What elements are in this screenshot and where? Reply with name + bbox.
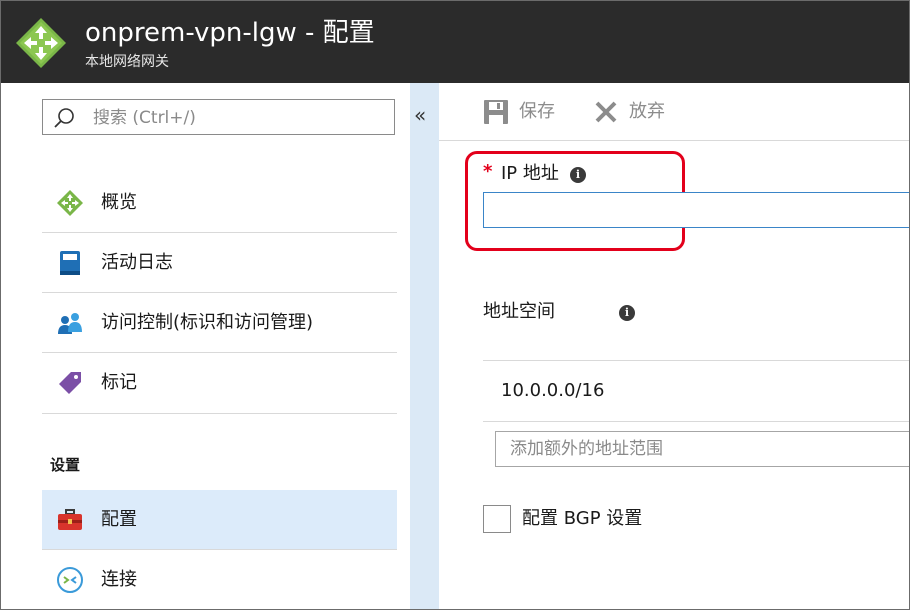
activity-log-icon bbox=[60, 251, 80, 275]
sidebar-item-tags[interactable]: 标记 bbox=[42, 353, 397, 413]
required-marker: * bbox=[483, 161, 493, 182]
search-input[interactable]: 搜索 (Ctrl+/) bbox=[42, 99, 395, 135]
connections-icon bbox=[57, 567, 83, 593]
address-space-value[interactable]: 10.0.0.0/16 bbox=[501, 380, 604, 402]
sidebar-item-activity-log[interactable]: 活动日志 bbox=[42, 233, 397, 293]
command-bar: 保存 放弃 bbox=[439, 83, 909, 141]
settings-nav: 配置 连接 bbox=[42, 490, 397, 609]
divider bbox=[483, 421, 909, 422]
info-icon[interactable]: i bbox=[619, 305, 635, 321]
sidebar-item-label: 访问控制(标识和访问管理) bbox=[101, 312, 314, 333]
address-space-label: 地址空间 bbox=[483, 301, 555, 322]
collapse-sidebar-button[interactable]: « bbox=[410, 83, 439, 609]
sidebar-divider bbox=[42, 413, 397, 414]
search-icon bbox=[54, 108, 74, 128]
save-label: 保存 bbox=[519, 101, 555, 122]
save-button[interactable]: 保存 bbox=[483, 99, 593, 125]
sidebar-item-configuration[interactable]: 配置 bbox=[42, 490, 397, 550]
sidebar-item-connections[interactable]: 连接 bbox=[42, 550, 397, 609]
sidebar-nav: 概览 活动日志 访问控制(标识和访问管理) 标记 bbox=[42, 173, 397, 413]
add-address-range-input[interactable]: 添加额外的地址范围 bbox=[495, 431, 909, 467]
configuration-toolbox-icon bbox=[58, 509, 82, 530]
bgp-checkbox[interactable] bbox=[483, 505, 511, 533]
sidebar-item-access-control[interactable]: 访问控制(标识和访问管理) bbox=[42, 293, 397, 353]
section-label-settings: 设置 bbox=[50, 456, 81, 474]
main-content: 保存 放弃 * IP 地址 i 地址空间 i 10.0.0.0/16 添加额外的… bbox=[439, 83, 909, 609]
tag-icon bbox=[59, 372, 81, 394]
page-title: onprem-vpn-lgw - 配置 bbox=[85, 18, 375, 48]
save-icon bbox=[484, 100, 508, 124]
discard-label: 放弃 bbox=[629, 101, 665, 122]
local-network-gateway-icon bbox=[16, 18, 66, 68]
bgp-checkbox-label[interactable]: 配置 BGP 设置 bbox=[522, 508, 642, 530]
double-chevron-left-icon: « bbox=[414, 103, 427, 127]
ip-address-input[interactable] bbox=[483, 192, 909, 228]
access-control-icon bbox=[58, 313, 82, 334]
page-subtitle: 本地网络网关 bbox=[85, 54, 169, 70]
app-window: onprem-vpn-lgw - 配置 本地网络网关 搜索 (Ctrl+/) 概… bbox=[0, 0, 910, 610]
sidebar-item-label: 概览 bbox=[101, 192, 137, 213]
divider bbox=[483, 360, 909, 361]
blade-header: onprem-vpn-lgw - 配置 本地网络网关 bbox=[1, 1, 909, 83]
sidebar: 搜索 (Ctrl+/) 概览 活动日志 访问控制(标识和访问管理) 标记 设置 … bbox=[1, 83, 410, 609]
search-placeholder: 搜索 (Ctrl+/) bbox=[93, 108, 196, 128]
close-icon bbox=[595, 101, 617, 123]
discard-button[interactable]: 放弃 bbox=[593, 99, 703, 125]
sidebar-item-label: 活动日志 bbox=[101, 252, 173, 273]
ip-address-label: IP 地址 bbox=[501, 163, 559, 184]
sidebar-item-label: 配置 bbox=[101, 509, 137, 530]
sidebar-item-label: 标记 bbox=[101, 372, 137, 393]
overview-gateway-icon bbox=[57, 190, 83, 216]
sidebar-item-overview[interactable]: 概览 bbox=[42, 173, 397, 233]
sidebar-item-label: 连接 bbox=[101, 569, 137, 590]
info-icon[interactable]: i bbox=[570, 167, 586, 183]
add-range-placeholder: 添加额外的地址范围 bbox=[510, 439, 663, 459]
